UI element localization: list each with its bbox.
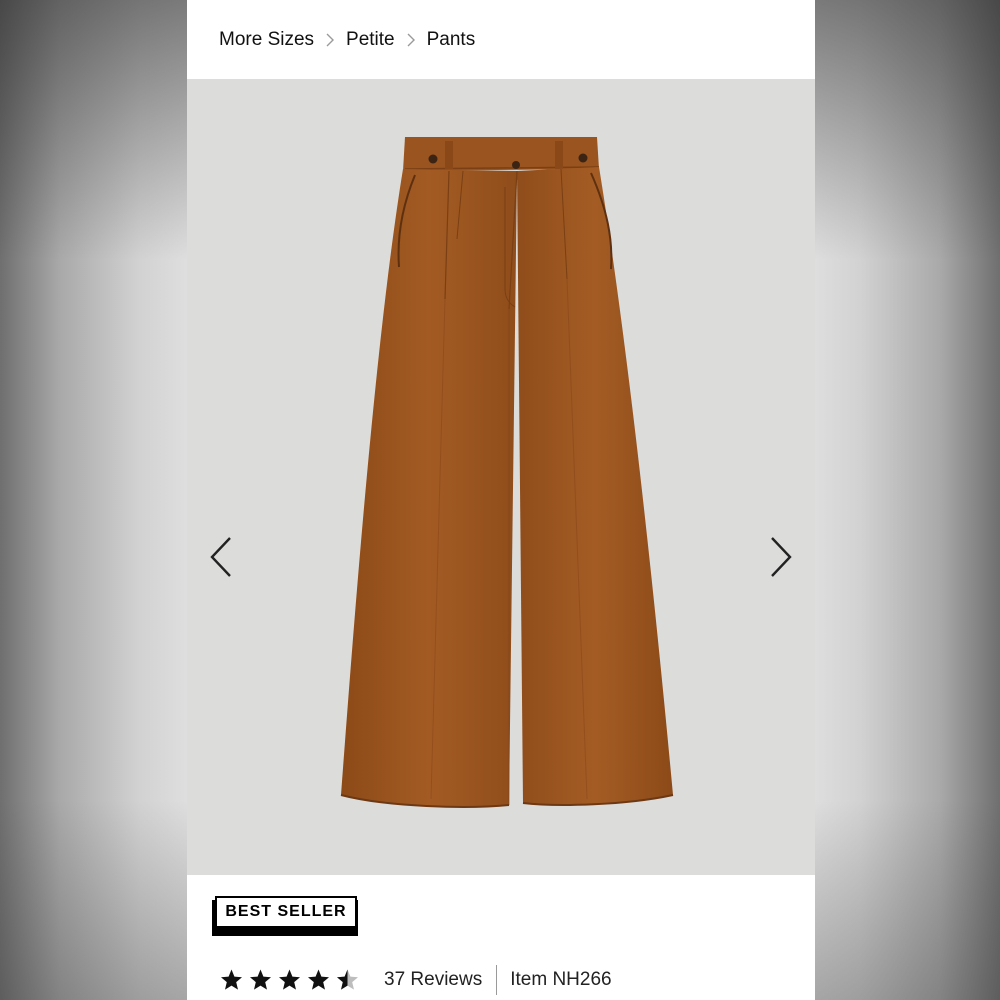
- chevron-right-icon: [771, 537, 792, 577]
- breadcrumb-pants[interactable]: Pants: [427, 29, 476, 51]
- breadcrumb-more-sizes[interactable]: More Sizes: [219, 29, 314, 51]
- chevron-left-icon: [210, 537, 231, 577]
- previous-image-button[interactable]: [203, 535, 239, 579]
- product-page: More Sizes Petite Pants BEST SELLER 37 R…: [187, 0, 815, 1000]
- rating-row: 37 Reviews Item NH266: [219, 962, 612, 998]
- star-rating[interactable]: [219, 968, 360, 992]
- product-image[interactable]: [187, 79, 815, 875]
- breadcrumb-petite[interactable]: Petite: [346, 29, 395, 51]
- next-image-button[interactable]: [763, 535, 799, 579]
- star-icon: [308, 969, 329, 990]
- chevron-right-icon: [395, 30, 427, 50]
- star-half-icon: [337, 969, 358, 990]
- breadcrumb: More Sizes Petite Pants: [219, 0, 475, 79]
- badge-label: BEST SELLER: [215, 896, 357, 928]
- chevron-right-icon: [314, 30, 346, 50]
- item-number: Item NH266: [510, 969, 612, 990]
- pants-image: [340, 137, 674, 808]
- best-seller-badge: BEST SELLER: [212, 896, 358, 936]
- star-icon: [279, 969, 300, 990]
- divider: [496, 965, 498, 995]
- star-icon: [250, 969, 271, 990]
- reviews-link[interactable]: 37 Reviews: [384, 969, 482, 991]
- star-icon: [221, 969, 242, 990]
